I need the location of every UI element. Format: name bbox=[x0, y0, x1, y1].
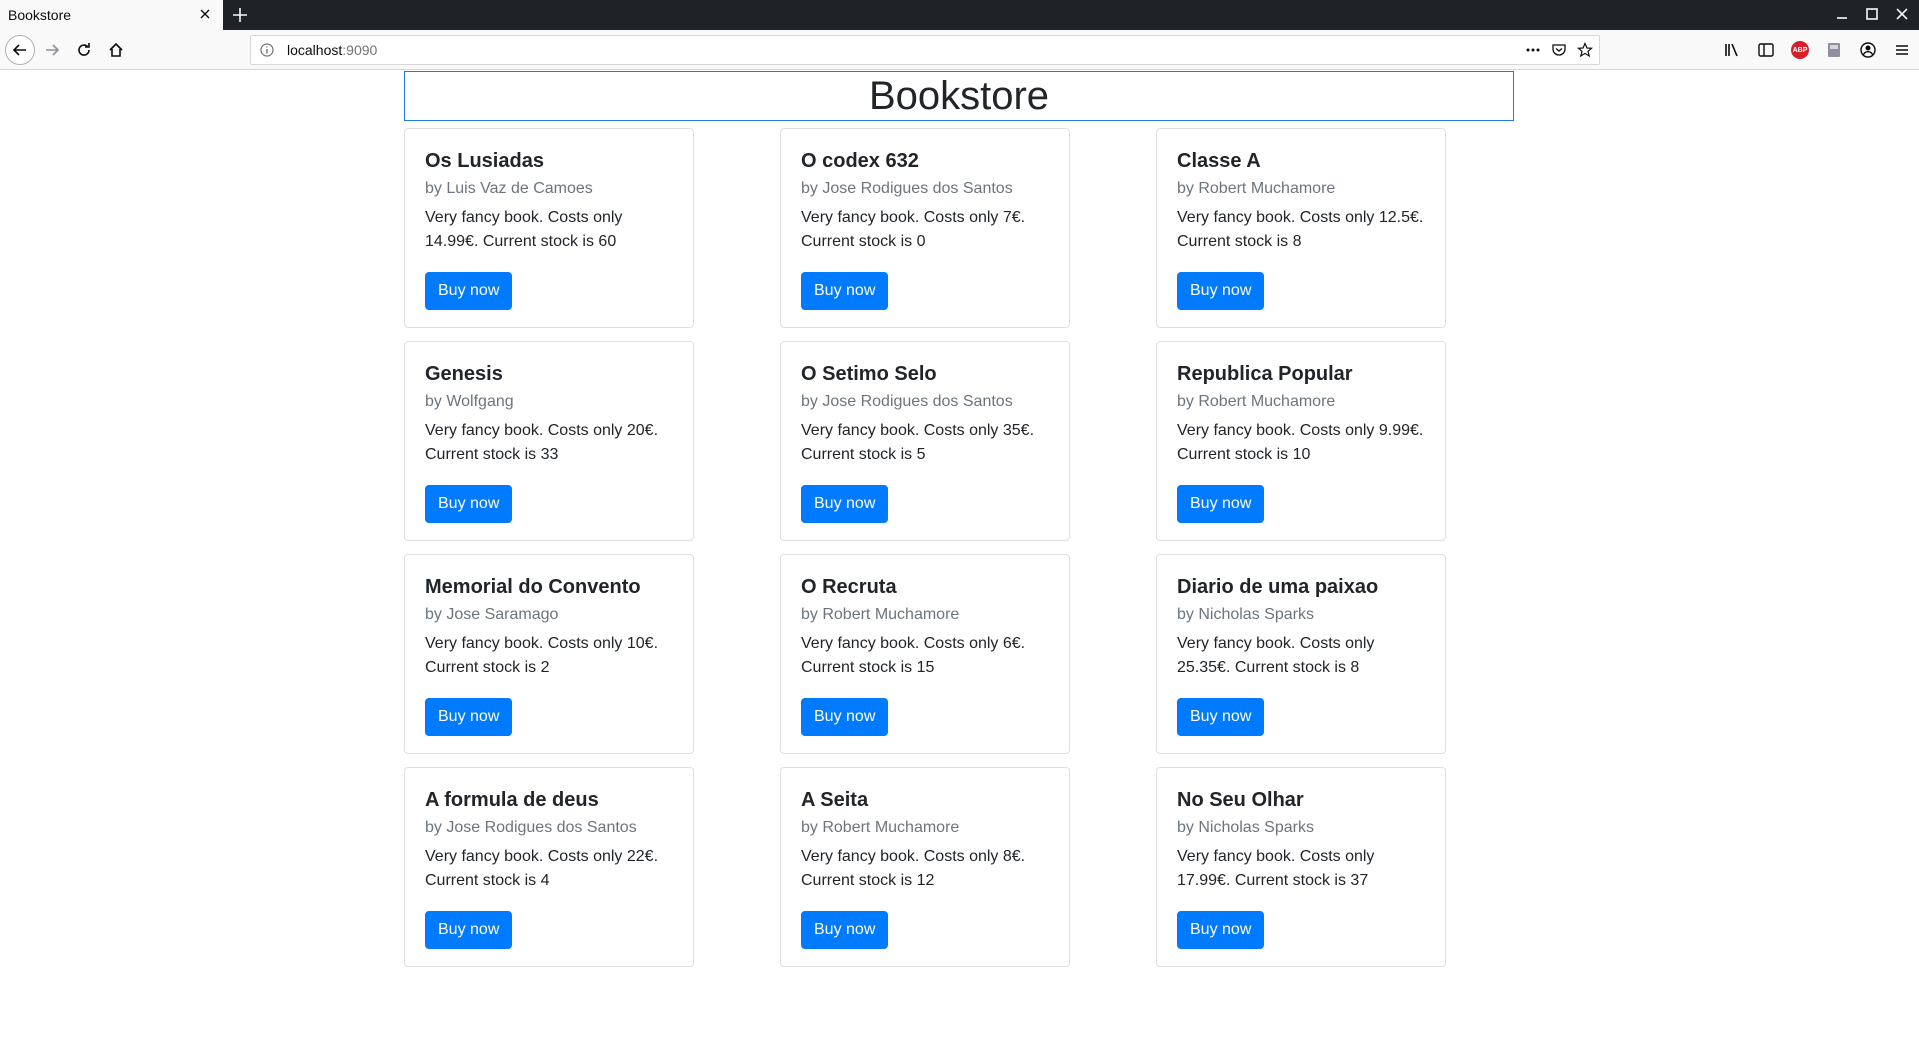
book-title: A formula de deus bbox=[425, 789, 599, 811]
home-icon bbox=[109, 42, 123, 57]
buy-now-button[interactable]: Buy now bbox=[425, 272, 513, 310]
window-controls bbox=[1835, 7, 1909, 21]
book-title: No Seu Olhar bbox=[1177, 789, 1304, 811]
book-card: O Recruta by Robert Muchamore Very fancy… bbox=[780, 554, 1070, 754]
tab-bookstore[interactable]: Bookstore bbox=[0, 0, 223, 30]
book-description: Very fancy book. Costs only 9.99€. Curre… bbox=[1177, 422, 1424, 464]
book-card: A formula de deus by Jose Rodigues dos S… bbox=[404, 767, 694, 967]
minimize-icon[interactable] bbox=[1835, 7, 1849, 21]
book-title: Os Lusiadas bbox=[425, 150, 544, 172]
book-author: by Jose Saramago bbox=[425, 606, 559, 623]
book-card: O Setimo Selo by Jose Rodigues dos Santo… bbox=[780, 341, 1070, 541]
book-card: O codex 632 by Jose Rodigues dos Santos … bbox=[780, 128, 1070, 328]
star-icon[interactable] bbox=[1577, 42, 1593, 58]
library-icon[interactable] bbox=[1723, 41, 1741, 59]
book-description: Very fancy book. Costs only 14.99€. Curr… bbox=[425, 209, 623, 251]
buy-now-button[interactable]: Buy now bbox=[425, 485, 513, 523]
reload-button[interactable] bbox=[70, 36, 98, 64]
book-author: by Wolfgang bbox=[425, 393, 514, 410]
book-card: Republica Popular by Robert Muchamore Ve… bbox=[1156, 341, 1446, 541]
url-port: :9090 bbox=[342, 42, 378, 58]
buy-now-button[interactable]: Buy now bbox=[425, 911, 513, 949]
book-author: by Robert Muchamore bbox=[801, 819, 960, 836]
book-title: Memorial do Convento bbox=[425, 576, 641, 598]
home-button[interactable] bbox=[102, 36, 130, 64]
extension-icon[interactable] bbox=[1825, 41, 1843, 59]
book-author: by Robert Muchamore bbox=[1177, 180, 1336, 197]
plus-icon[interactable] bbox=[231, 6, 249, 24]
maximize-icon[interactable] bbox=[1865, 7, 1879, 21]
book-card: No Seu Olhar by Nicholas Sparks Very fan… bbox=[1156, 767, 1446, 967]
book-description: Very fancy book. Costs only 6€. Current … bbox=[801, 635, 1026, 677]
url-actions bbox=[1525, 42, 1593, 58]
url-host: localhost bbox=[287, 42, 343, 58]
book-description: Very fancy book. Costs only 7€. Current … bbox=[801, 209, 1026, 251]
book-author: by Nicholas Sparks bbox=[1177, 819, 1314, 836]
book-title: O Recruta bbox=[801, 576, 897, 598]
book-author: by Nicholas Sparks bbox=[1177, 606, 1314, 623]
book-card: Memorial do Convento by Jose Saramago Ve… bbox=[404, 554, 694, 754]
book-card: A Seita by Robert Muchamore Very fancy b… bbox=[780, 767, 1070, 967]
close-icon[interactable] bbox=[197, 6, 213, 22]
reload-icon bbox=[78, 43, 90, 56]
url-bar[interactable]: localhost:9090 bbox=[250, 35, 1600, 65]
book-author: by Jose Rodigues dos Santos bbox=[801, 393, 1013, 410]
book-description: Very fancy book. Costs only 10€. Current… bbox=[425, 635, 659, 677]
adblock-icon[interactable]: ABP bbox=[1791, 41, 1809, 59]
book-grid: Os Lusiadas by Luis Vaz de Camoes Very f… bbox=[404, 128, 1514, 967]
book-card: Genesis by Wolfgang Very fancy book. Cos… bbox=[404, 341, 694, 541]
arrow-right-icon bbox=[46, 44, 60, 56]
page-title: Bookstore bbox=[868, 73, 1050, 118]
close-window-icon[interactable] bbox=[1895, 7, 1909, 21]
buy-now-button[interactable]: Buy now bbox=[425, 698, 513, 736]
book-card: Diario de uma paixao by Nicholas Sparks … bbox=[1156, 554, 1446, 754]
book-description: Very fancy book. Costs only 8€. Current … bbox=[801, 848, 1026, 890]
forward-button[interactable] bbox=[38, 36, 66, 64]
buy-now-button[interactable]: Buy now bbox=[801, 911, 889, 949]
book-title: O Setimo Selo bbox=[801, 363, 937, 385]
pocket-icon[interactable] bbox=[1551, 42, 1567, 58]
buy-now-button[interactable]: Buy now bbox=[1177, 698, 1265, 736]
buy-now-button[interactable]: Buy now bbox=[801, 485, 889, 523]
tab-bar: Bookstore bbox=[0, 0, 1919, 30]
book-description: Very fancy book. Costs only 20€. Current… bbox=[425, 422, 659, 464]
book-author: by Robert Muchamore bbox=[1177, 393, 1336, 410]
book-description: Very fancy book. Costs only 25.35€. Curr… bbox=[1177, 635, 1375, 677]
book-description: Very fancy book. Costs only 22€. Current… bbox=[425, 848, 659, 890]
book-card: Classe A by Robert Muchamore Very fancy … bbox=[1156, 128, 1446, 328]
page-header: Bookstore bbox=[404, 71, 1514, 121]
book-title: A Seita bbox=[801, 789, 869, 811]
toolbar-right: ABP bbox=[1723, 41, 1911, 59]
ellipsis-icon[interactable] bbox=[1525, 42, 1541, 58]
buy-now-button[interactable]: Buy now bbox=[801, 272, 889, 310]
buy-now-button[interactable]: Buy now bbox=[1177, 485, 1265, 523]
book-author: by Jose Rodigues dos Santos bbox=[801, 180, 1013, 197]
book-title: O codex 632 bbox=[801, 150, 919, 172]
adblock-label: ABP bbox=[1792, 46, 1808, 54]
buy-now-button[interactable]: Buy now bbox=[801, 698, 889, 736]
book-description: Very fancy book. Costs only 17.99€. Curr… bbox=[1177, 848, 1375, 890]
buy-now-button[interactable]: Buy now bbox=[1177, 911, 1265, 949]
book-author: by Robert Muchamore bbox=[801, 606, 960, 623]
book-description: Very fancy book. Costs only 35€. Current… bbox=[801, 422, 1035, 464]
book-description: Very fancy book. Costs only 12.5€. Curre… bbox=[1177, 209, 1424, 251]
book-title: Classe A bbox=[1177, 150, 1261, 172]
account-icon[interactable] bbox=[1859, 41, 1877, 59]
sidebar-icon[interactable] bbox=[1757, 41, 1775, 59]
book-author: by Jose Rodigues dos Santos bbox=[425, 819, 637, 836]
hamburger-menu-icon[interactable] bbox=[1893, 41, 1911, 59]
book-card: Os Lusiadas by Luis Vaz de Camoes Very f… bbox=[404, 128, 694, 328]
book-title: Republica Popular bbox=[1177, 363, 1353, 385]
back-button[interactable] bbox=[5, 35, 35, 65]
navigation-bar: localhost:9090 ABP bbox=[0, 30, 1919, 70]
tab-title: Bookstore bbox=[8, 7, 72, 23]
arrow-left-icon bbox=[12, 44, 26, 56]
info-icon[interactable] bbox=[259, 42, 275, 58]
url-text[interactable]: localhost:9090 bbox=[287, 42, 377, 58]
book-author: by Luis Vaz de Camoes bbox=[425, 180, 593, 197]
book-title: Diario de uma paixao bbox=[1177, 576, 1379, 598]
book-title: Genesis bbox=[425, 363, 503, 385]
buy-now-button[interactable]: Buy now bbox=[1177, 272, 1265, 310]
